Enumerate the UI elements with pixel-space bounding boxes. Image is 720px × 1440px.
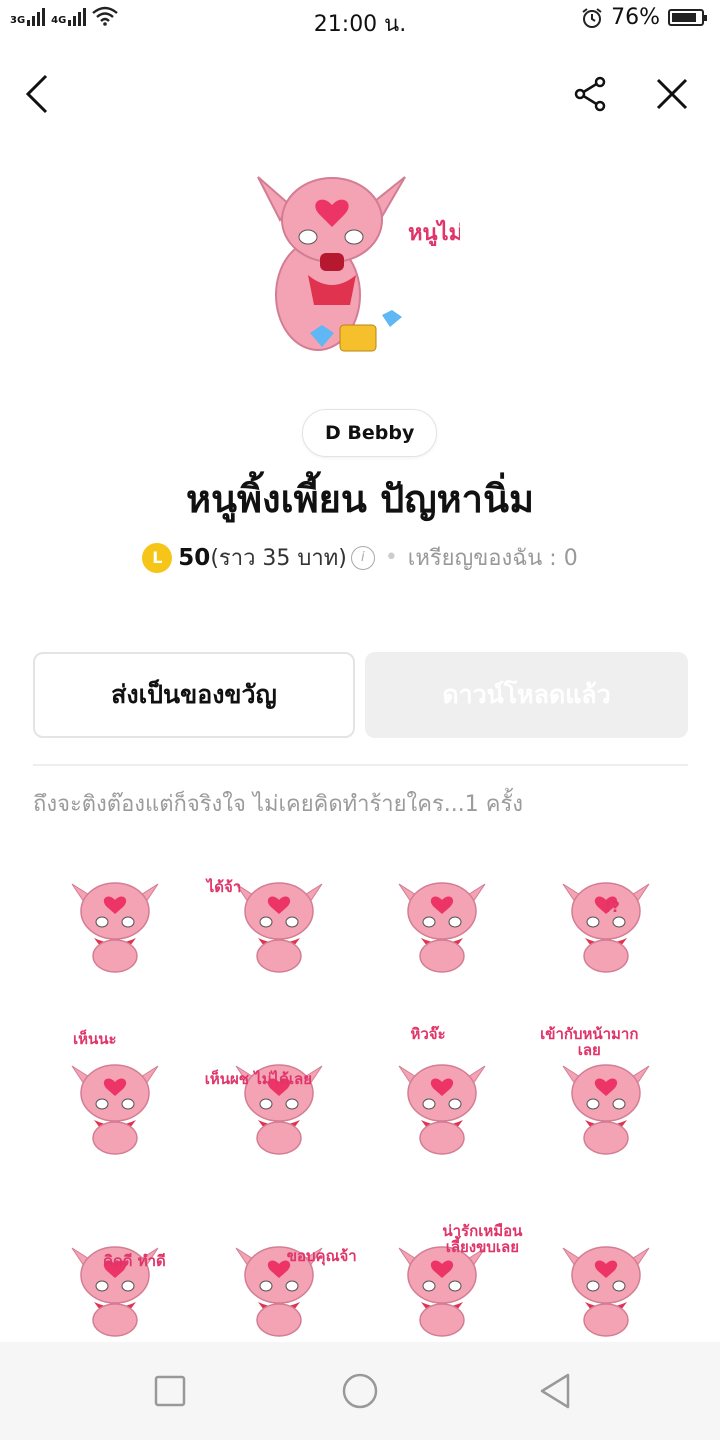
share-icon [574,76,606,112]
author-chip[interactable]: D Bebby [302,409,438,457]
price-row: L 50 (ราว 35 บาท) i • เหรียญของฉัน : 0 [0,540,720,575]
sticker-caption: ขอบคุณจ้า [286,1247,357,1265]
chevron-left-icon [25,74,48,114]
sticker-caption: ได้จ้า [206,878,242,896]
price-baht: (ราว 35 บาท) [210,546,347,571]
system-nav-bar [0,1342,720,1440]
sticker-item[interactable]: เห็นผช ไม่ได้เลย [197,1012,361,1194]
sticker-pig-image [71,882,159,973]
sticker-caption: !? [604,898,620,916]
close-button[interactable] [648,70,696,118]
divider [33,764,688,766]
sticker-pig-image [71,1064,159,1155]
price-amount: 50 [178,544,211,571]
back-button[interactable] [14,70,62,118]
sticker-caption: เห็นผช ไม่ได้เลย [204,1070,313,1088]
my-coins: เหรียญของฉัน : 0 [407,546,578,571]
main-sticker-image: หนูไม่มีเงิน [250,165,511,375]
sticker-pig-image [398,882,486,973]
sticker-pig-image [562,882,650,973]
send-gift-button[interactable]: ส่งเป็นของขวัญ [33,652,355,738]
recent-apps-button[interactable] [150,1371,190,1411]
sticker-item[interactable]: หิวจ๊ะ [361,1012,525,1194]
sticker-pig-image [71,1246,159,1337]
sticker-grid: ได้จ้า!? เห็นนะเห็นผช ไม่ได้เลย หิวจ๊ะ เข้า… [33,830,688,1376]
battery-icon [668,9,707,26]
sticker-pig-image [562,1064,650,1155]
status-bar: 3G 4G 21:00 น. 76% [0,0,720,38]
close-icon [656,78,688,110]
sticker-item[interactable]: !? [524,830,688,1012]
page-title: หนูพิ้งเพี้ยน ปัญหานิ่ม [185,476,535,521]
sticker-item[interactable] [361,830,525,1012]
separator-dot: • [384,545,398,570]
share-button[interactable] [566,70,614,118]
sticker-pig-image [398,1064,486,1155]
battery-percent: 76% [611,5,660,30]
sticker-caption: น่ารักเหมือน เลี้ยงขบเลย [442,1222,523,1256]
sticker-caption: คิดดี ทำดี [103,1252,166,1270]
sticker-caption: เห็นนะ [73,1030,117,1048]
alarm-icon [582,7,602,28]
sticker-caption: เข้ากับหน้ามากเลย [540,1025,639,1059]
sticker-item[interactable]: เห็นนะ [33,1012,197,1194]
sticker-item[interactable]: เข้ากับหน้ามากเลย [524,1012,688,1194]
info-icon[interactable]: i [350,545,375,570]
sticker-pig-image [235,1064,323,1155]
top-bar [0,60,720,124]
description: ถึงจะติงต๊องแต่ก็จริงใจ ไม่เคยคิดทำร้ายใ… [33,792,524,817]
sticker-caption: หิวจ๊ะ [410,1025,446,1043]
sticker-item[interactable]: ได้จ้า [197,830,361,1012]
downloaded-button[interactable]: ดาวน์โหลดแล้ว [365,652,688,738]
nav-back-button[interactable] [536,1371,576,1411]
line-coin-icon: L [142,542,173,573]
sticker-item[interactable] [33,830,197,1012]
hero-caption: หนูไม่มีเงิน [408,219,460,247]
home-button[interactable] [340,1371,380,1411]
sticker-pig-image [562,1246,650,1337]
